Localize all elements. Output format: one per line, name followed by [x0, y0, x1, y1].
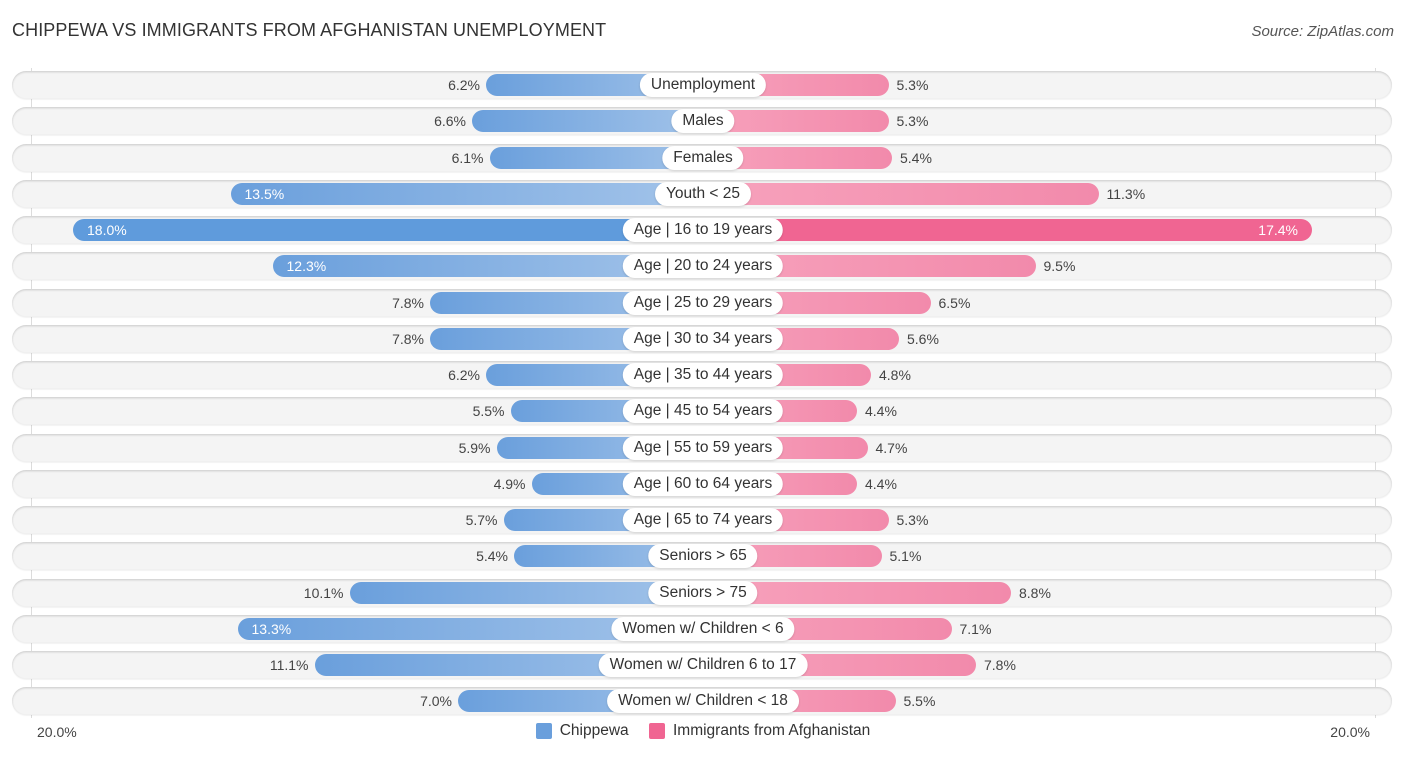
value-label-afghanistan: 7.8% — [984, 657, 1016, 673]
legend-swatch-chippewa — [535, 723, 552, 739]
category-label: Age | 55 to 59 years — [622, 435, 784, 460]
value-label-afghanistan: 5.3% — [896, 113, 929, 130]
value-label-chippewa: 7.8% — [392, 330, 424, 347]
value-label-chippewa: 4.9% — [493, 475, 526, 492]
category-label: Age | 16 to 19 years — [622, 218, 784, 242]
value-label-afghanistan: 4.4% — [865, 403, 897, 420]
category-label: Women w/ Children < 18 — [607, 689, 799, 714]
value-label-afghanistan: 4.8% — [879, 367, 911, 383]
legend-label-afghanistan: Immigrants from Afghanistan — [672, 722, 871, 739]
category-label: Unemployment — [639, 73, 767, 97]
category-label: Age | 65 to 74 years — [622, 508, 784, 532]
value-label-chippewa: 7.8% — [392, 294, 424, 311]
category-label: Females — [662, 145, 744, 170]
value-label-afghanistan: 17.4% — [1258, 222, 1298, 238]
value-label-chippewa: 5.7% — [465, 512, 498, 528]
category-label: Women w/ Children < 6 — [611, 616, 795, 641]
legend: Chippewa Immigrants from Afghanistan — [0, 722, 1406, 744]
bar-chippewa[interactable] — [230, 182, 717, 205]
value-label-chippewa: 12.3% — [286, 258, 327, 275]
chart-title: CHIPPEWA VS IMMIGRANTS FROM AFGHANISTAN … — [12, 20, 607, 40]
legend-label-chippewa: Chippewa — [559, 722, 629, 739]
value-label-afghanistan: 5.6% — [907, 330, 939, 347]
value-label-afghanistan: 4.4% — [865, 475, 897, 492]
source-label: Source: ZipAtlas.com — [1251, 23, 1394, 40]
value-label-afghanistan: 5.1% — [889, 548, 922, 565]
category-label: Age | 45 to 54 years — [622, 399, 784, 424]
value-label-chippewa: 6.1% — [451, 149, 484, 166]
value-label-chippewa: 7.0% — [420, 693, 452, 710]
category-label: Males — [671, 109, 735, 134]
category-label: Women w/ Children 6 to 17 — [598, 653, 808, 677]
value-label-chippewa: 6.2% — [448, 367, 480, 383]
category-label: Youth < 25 — [655, 181, 751, 206]
category-label: Age | 30 to 34 years — [622, 326, 784, 351]
value-label-chippewa: 6.6% — [434, 113, 466, 130]
value-label-chippewa: 13.3% — [251, 620, 292, 637]
value-label-afghanistan: 4.7% — [875, 439, 908, 456]
value-label-afghanistan: 5.3% — [896, 77, 929, 93]
value-label-afghanistan: 5.3% — [896, 512, 929, 528]
value-label-chippewa: 11.1% — [269, 657, 309, 673]
category-label: Age | 25 to 29 years — [622, 290, 784, 315]
value-label-afghanistan: 7.1% — [959, 620, 992, 637]
category-label: Age | 35 to 44 years — [622, 363, 784, 387]
category-label: Seniors > 65 — [648, 544, 758, 569]
value-label-chippewa: 6.2% — [448, 77, 480, 93]
value-label-chippewa: 5.5% — [472, 403, 505, 420]
bar-chippewa[interactable] — [73, 219, 717, 241]
category-label: Seniors > 75 — [648, 580, 758, 605]
value-label-afghanistan: 5.4% — [900, 149, 932, 166]
legend-item-chippewa[interactable]: Chippewa — [535, 722, 629, 740]
value-label-chippewa: 5.4% — [476, 548, 508, 565]
value-label-afghanistan: 9.5% — [1043, 258, 1076, 275]
legend-swatch-afghanistan — [648, 723, 665, 739]
value-label-afghanistan: 5.5% — [903, 693, 936, 710]
value-label-chippewa: 18.0% — [87, 222, 127, 238]
value-label-chippewa: 10.1% — [303, 584, 344, 601]
value-label-afghanistan: 6.5% — [938, 294, 971, 311]
category-label: Age | 60 to 64 years — [622, 471, 784, 496]
value-label-chippewa: 5.9% — [458, 439, 491, 456]
value-label-afghanistan: 8.8% — [1019, 584, 1051, 601]
value-label-afghanistan: 11.3% — [1106, 185, 1146, 202]
category-label: Age | 20 to 24 years — [622, 254, 784, 279]
legend-item-afghanistan[interactable]: Immigrants from Afghanistan — [648, 722, 871, 740]
value-label-chippewa: 13.5% — [244, 185, 285, 202]
